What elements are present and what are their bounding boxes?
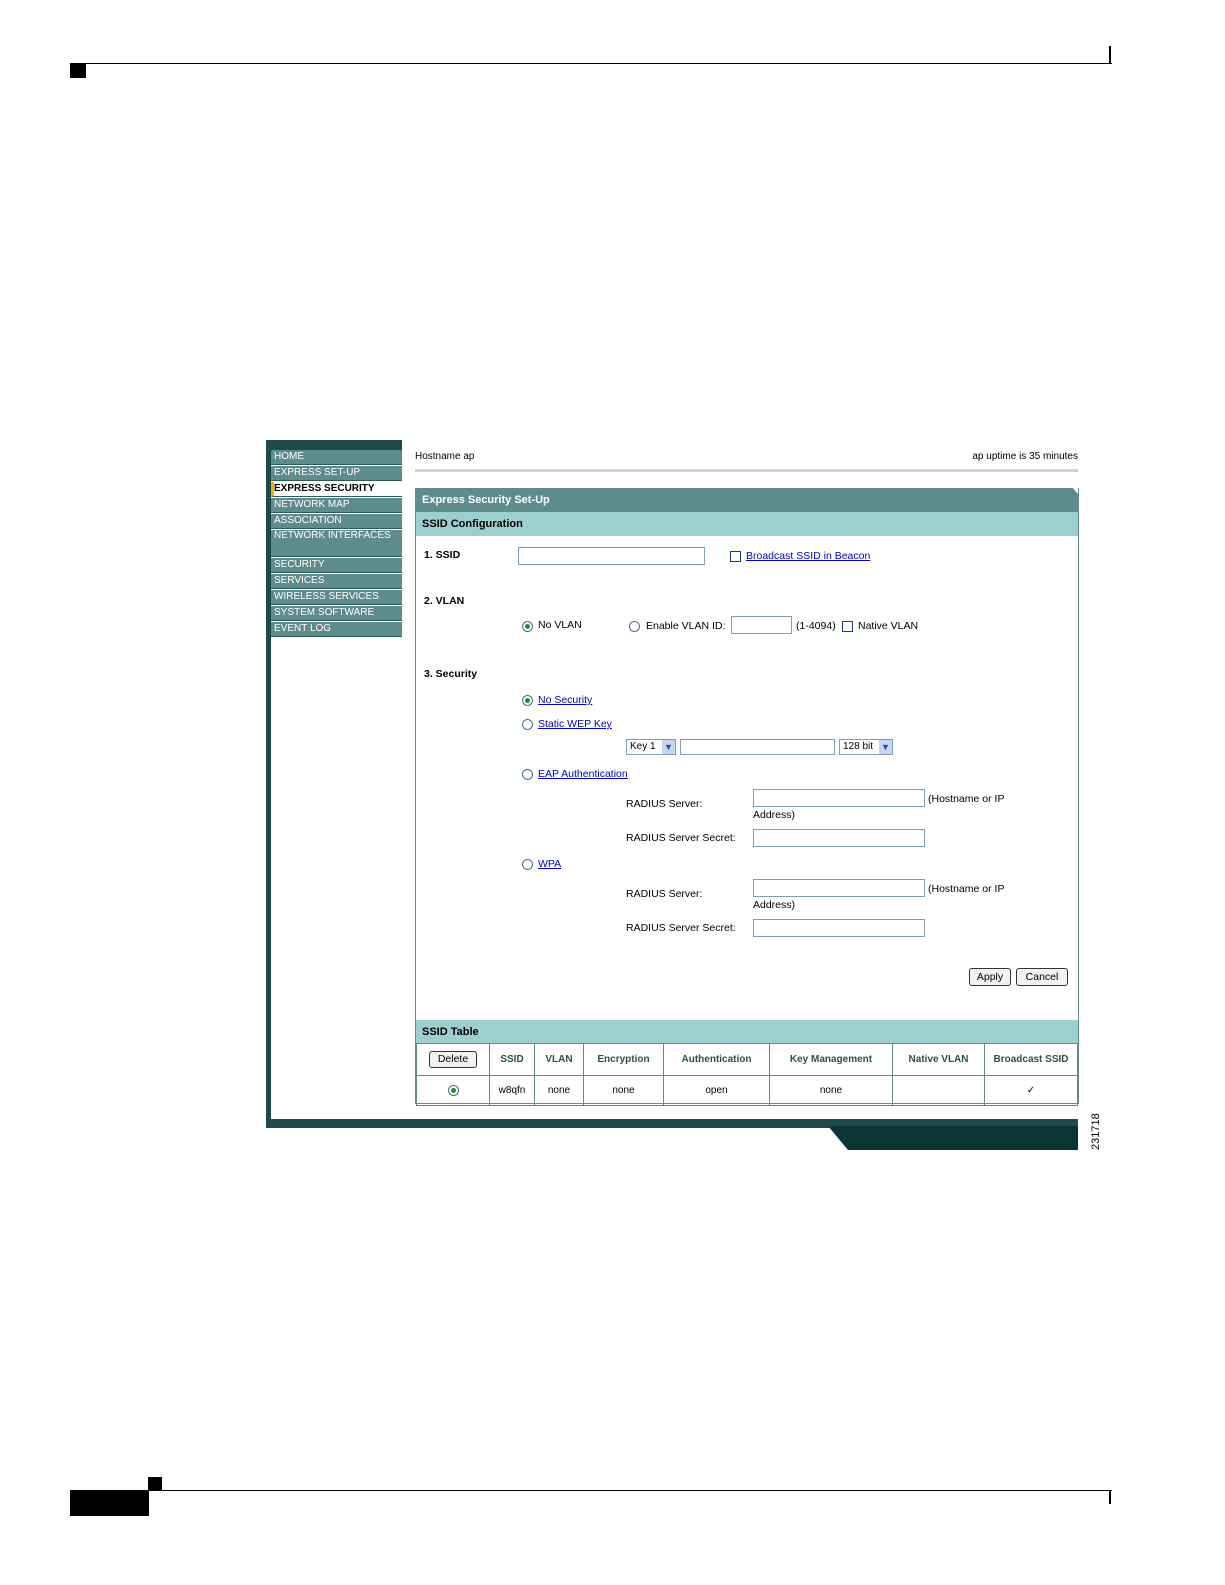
nav-item-express-setup[interactable]: EXPRESS SET-UP (271, 466, 402, 481)
frame-top-bar (266, 440, 402, 450)
no-security-radio[interactable] (522, 695, 533, 706)
frame-bottom-tab (828, 1126, 1078, 1150)
enable-vlan-radio[interactable] (629, 621, 640, 632)
nav-item-express-security[interactable]: EXPRESS SECURITY (271, 482, 402, 497)
wep-key-select[interactable]: Key 1 ▼ (626, 739, 676, 755)
wpa-radio[interactable] (522, 859, 533, 870)
chevron-down-icon: ▼ (662, 740, 675, 754)
wep-bit-value: 128 bit (843, 741, 874, 752)
col-native-vlan: Native VLAN (892, 1043, 985, 1076)
no-vlan-label: No VLAN (538, 619, 582, 631)
nav-item-services[interactable]: SERVICES (271, 574, 402, 589)
wpa-link[interactable]: WPA (538, 858, 561, 870)
footer-square (148, 1477, 162, 1490)
native-vlan-checkbox[interactable] (842, 621, 853, 632)
ssid-input[interactable] (518, 547, 705, 565)
ssid-config-bar: SSID Configuration (416, 512, 1078, 536)
col-authentication: Authentication (663, 1043, 770, 1076)
row-select-cell (416, 1075, 490, 1106)
cell-broadcast-ssid: ✓ (984, 1075, 1078, 1106)
eap-radius-hint-2: Address) (753, 809, 796, 821)
eap-radius-secret-label: RADIUS Server Secret: (626, 832, 736, 844)
enable-vlan-label: Enable VLAN ID: (646, 620, 726, 632)
nav-item-wireless-services[interactable]: WIRELESS SERVICES (271, 590, 402, 605)
wpa-radius-server-label: RADIUS Server: (626, 888, 703, 900)
ssid-table-header-row: Delete SSID VLAN Encryption Authenticati… (416, 1043, 1078, 1076)
wep-bit-select[interactable]: 128 bit ▼ (839, 739, 893, 755)
static-wep-radio[interactable] (522, 719, 533, 730)
delete-button[interactable]: Delete (429, 1051, 477, 1068)
col-broadcast-ssid: Broadcast SSID (984, 1043, 1078, 1076)
uptime-text: ap uptime is 35 minutes (972, 451, 1078, 462)
header-square (70, 64, 86, 78)
wpa-radius-hint-2: Address) (753, 899, 796, 911)
figure-id: 231718 (1090, 1113, 1102, 1150)
cell-native-vlan (892, 1075, 985, 1106)
header-rule (70, 63, 1112, 64)
wpa-radius-secret-label: RADIUS Server Secret: (626, 922, 736, 934)
nav-item-network-interfaces[interactable]: NETWORK INTERFACES (271, 530, 402, 557)
broadcast-ssid-checkbox[interactable] (730, 551, 741, 562)
cell-ssid: w8qfn (489, 1075, 535, 1106)
express-security-panel: Express Security Set-Up SSID Configurati… (415, 488, 1079, 1106)
sidebar-nav: HOME EXPRESS SET-UP EXPRESS SECURITY NET… (271, 450, 402, 638)
vlan-range-text: (1-4094) (796, 620, 836, 632)
panel-title: Express Security Set-Up (416, 488, 1078, 512)
no-vlan-radio[interactable] (522, 621, 533, 632)
cell-vlan: none (534, 1075, 584, 1106)
col-vlan: VLAN (534, 1043, 584, 1076)
col-ssid: SSID (489, 1043, 535, 1076)
eap-radio[interactable] (522, 769, 533, 780)
footer-tick (1109, 1490, 1111, 1504)
hostname-text: Hostname ap (415, 451, 475, 462)
eap-radius-server-input[interactable] (753, 789, 925, 807)
col-encryption: Encryption (583, 1043, 664, 1076)
eap-radius-secret-input[interactable] (753, 829, 925, 847)
footer-rule (70, 1490, 1112, 1491)
footer-bar (70, 1490, 149, 1516)
native-vlan-label: Native VLAN (858, 620, 919, 632)
nav-item-network-map[interactable]: NETWORK MAP (271, 498, 402, 513)
eap-link[interactable]: EAP Authentication (538, 768, 628, 780)
nav-item-home[interactable]: HOME (271, 450, 402, 465)
header-tick (1109, 46, 1111, 64)
broadcast-ssid-link[interactable]: Broadcast SSID in Beacon (746, 550, 870, 562)
cancel-button[interactable]: Cancel (1016, 968, 1068, 986)
nav-item-association[interactable]: ASSOCIATION (271, 514, 402, 529)
table-row: w8qfn none none open none ✓ (416, 1075, 1078, 1106)
static-wep-link[interactable]: Static WEP Key (538, 718, 612, 730)
col-key-management: Key Management (769, 1043, 893, 1076)
eap-radius-server-label: RADIUS Server: (626, 798, 703, 810)
chevron-down-icon: ▼ (879, 740, 892, 754)
security-section-label: 3. Security (424, 668, 478, 680)
wpa-radius-hint: (Hostname or IP (928, 883, 1005, 895)
vlan-section-label: 2. VLAN (424, 595, 465, 607)
header-divider (415, 469, 1078, 472)
row-select-radio[interactable] (447, 1084, 459, 1096)
nav-item-event-log[interactable]: EVENT LOG (271, 622, 402, 637)
wpa-radius-secret-input[interactable] (753, 919, 925, 937)
ssid-table-bar: SSID Table (416, 1020, 1078, 1044)
no-security-link[interactable]: No Security (538, 694, 592, 706)
delete-header-cell: Delete (416, 1043, 490, 1076)
apply-button[interactable]: Apply (969, 968, 1011, 986)
wep-key-value: Key 1 (630, 741, 656, 752)
ssid-section-label: 1. SSID (424, 549, 461, 561)
vlan-id-input[interactable] (731, 616, 792, 634)
cell-authentication: open (663, 1075, 770, 1106)
wep-key-input[interactable] (680, 739, 835, 755)
cell-encryption: none (583, 1075, 664, 1106)
nav-item-system-software[interactable]: SYSTEM SOFTWARE (271, 606, 402, 621)
eap-radius-hint: (Hostname or IP (928, 793, 1005, 805)
ssid-table: Delete SSID VLAN Encryption Authenticati… (416, 1043, 1078, 1106)
nav-item-security[interactable]: SECURITY (271, 558, 402, 573)
screenshot-frame: HOME EXPRESS SET-UP EXPRESS SECURITY NET… (266, 440, 1079, 1150)
cell-key-management: none (769, 1075, 893, 1106)
wpa-radius-server-input[interactable] (753, 879, 925, 897)
